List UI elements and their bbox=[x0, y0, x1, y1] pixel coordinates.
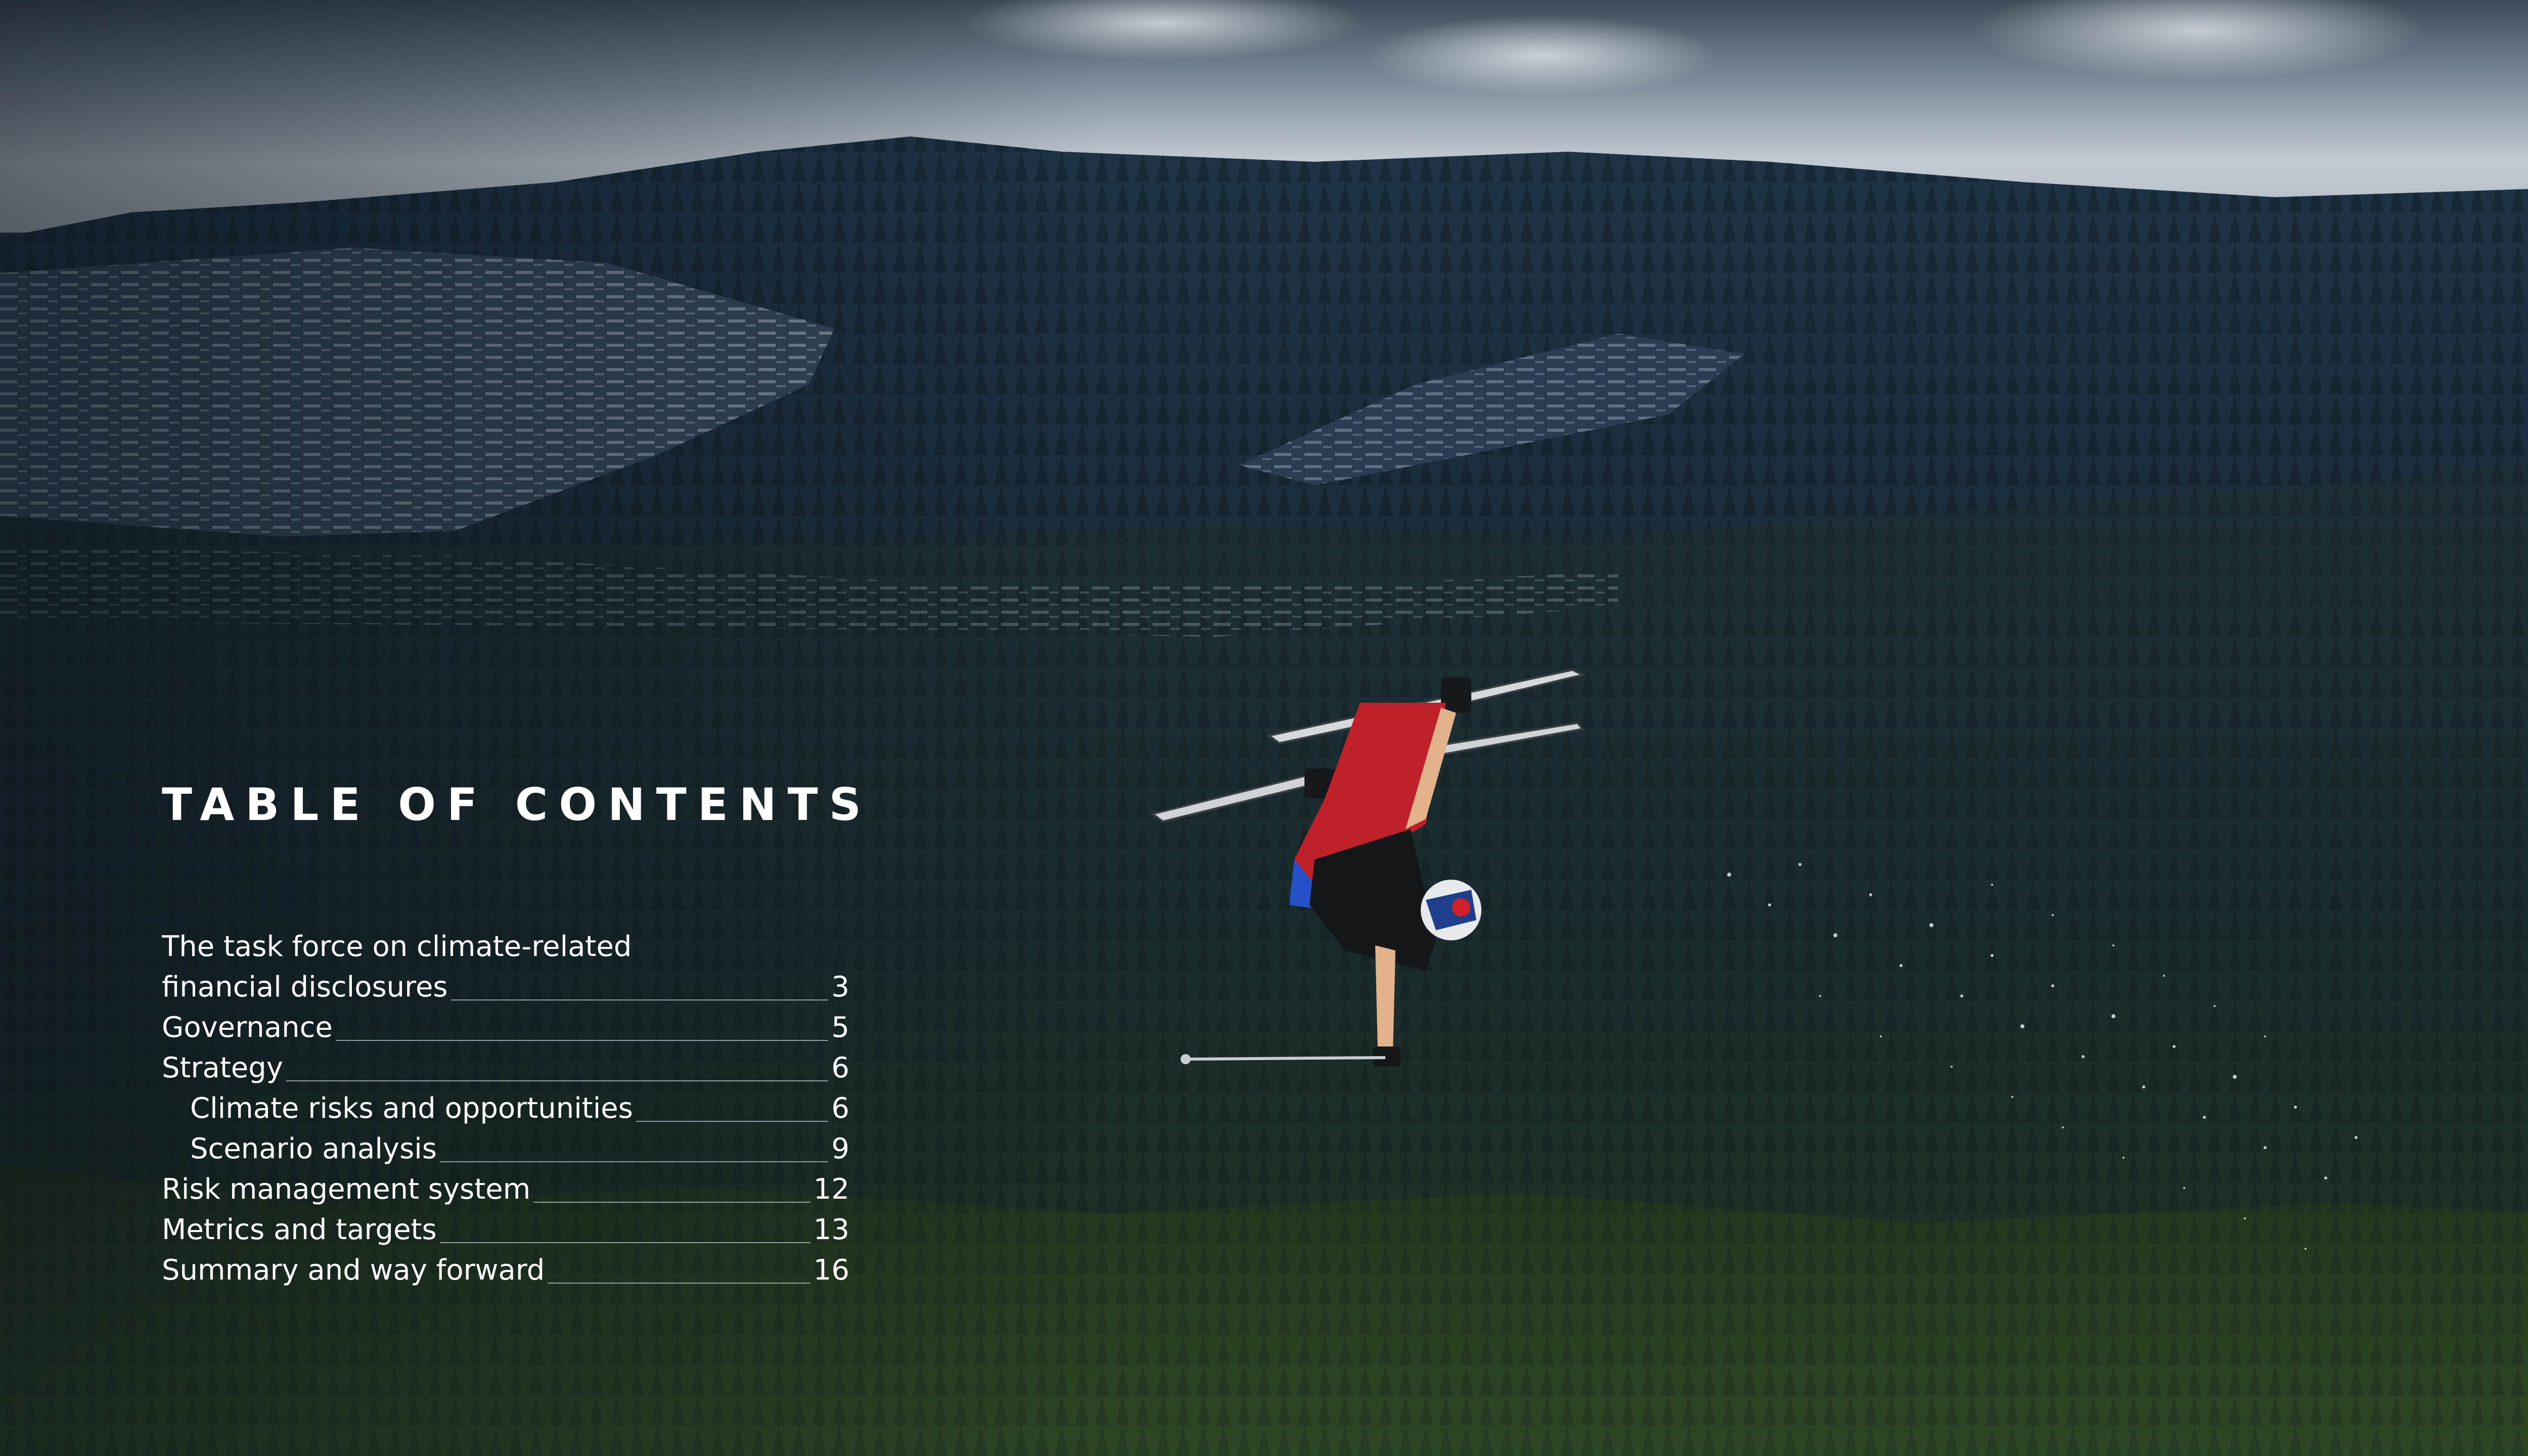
document-page: TABLE OF CONTENTS The task force on clim… bbox=[0, 0, 2528, 1456]
toc-entry[interactable]: financial disclosures 3 bbox=[162, 967, 849, 1008]
toc-page-number: 3 bbox=[831, 971, 849, 1004]
toc-entry-label: The task force on climate-related bbox=[162, 930, 632, 963]
toc-entry-label: Metrics and targets bbox=[162, 1213, 437, 1246]
toc-entry-label: Risk management system bbox=[162, 1173, 531, 1206]
toc-list: financial disclosures 3 Governance 5 Str… bbox=[162, 967, 849, 1291]
toc-page-number: 6 bbox=[831, 1092, 849, 1125]
toc-entry-label: Strategy bbox=[162, 1052, 283, 1084]
toc-leader-line bbox=[533, 1201, 810, 1203]
toc-entry-label: financial disclosures bbox=[162, 971, 448, 1004]
toc-leader-line bbox=[548, 1282, 810, 1284]
toc-page-number: 9 bbox=[831, 1132, 849, 1165]
toc-entry-label: Governance bbox=[162, 1011, 333, 1044]
toc-leader-line bbox=[439, 1241, 810, 1243]
toc-entry[interactable]: Risk management system 12 bbox=[162, 1169, 849, 1210]
toc-page-number: 12 bbox=[813, 1173, 849, 1206]
toc-leader-line bbox=[439, 1160, 829, 1162]
toc-subentry[interactable]: Climate risks and opportunities 6 bbox=[162, 1088, 849, 1129]
toc-leader-line bbox=[335, 1039, 829, 1041]
toc-leader-line bbox=[450, 998, 829, 1000]
toc-entry[interactable]: Summary and way forward 16 bbox=[162, 1250, 849, 1291]
toc-entry-label: Summary and way forward bbox=[162, 1254, 545, 1287]
toc-leader-line bbox=[286, 1079, 829, 1081]
toc-leader-line bbox=[636, 1120, 829, 1122]
skier-photo bbox=[1150, 668, 1586, 1067]
toc-page-number: 5 bbox=[831, 1011, 849, 1044]
toc-page-number: 6 bbox=[831, 1052, 849, 1084]
toc-page-number: 13 bbox=[813, 1213, 849, 1246]
toc-page-number: 16 bbox=[813, 1254, 849, 1287]
table-of-contents: TABLE OF CONTENTS The task force on clim… bbox=[162, 779, 872, 1291]
toc-subentry[interactable]: Scenario analysis 9 bbox=[162, 1129, 849, 1169]
toc-heading: TABLE OF CONTENTS bbox=[162, 779, 872, 831]
toc-entry[interactable]: Metrics and targets 13 bbox=[162, 1210, 849, 1250]
toc-entry-label: Climate risks and opportunities bbox=[190, 1092, 633, 1125]
snow-spray bbox=[1727, 863, 2358, 1250]
toc-entry-label: Scenario analysis bbox=[190, 1132, 437, 1165]
toc-entry[interactable]: Strategy 6 bbox=[162, 1048, 849, 1088]
toc-entry[interactable]: Governance 5 bbox=[162, 1008, 849, 1048]
